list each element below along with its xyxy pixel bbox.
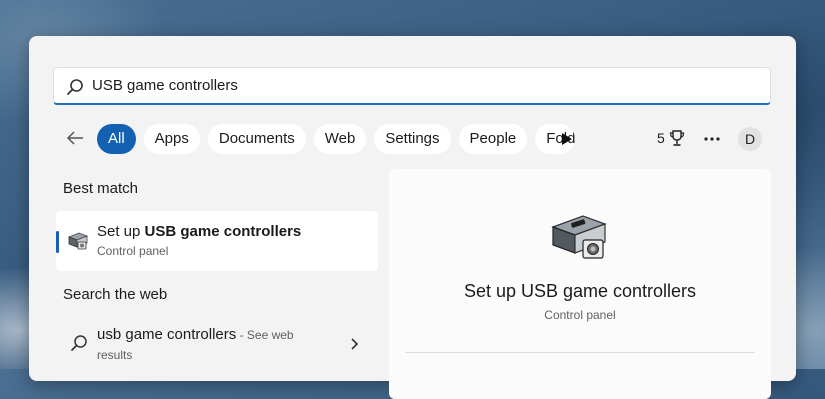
search-web-heading: Search the web bbox=[63, 286, 168, 303]
search-box[interactable] bbox=[53, 67, 771, 105]
search-icon bbox=[67, 79, 83, 95]
search-input[interactable] bbox=[92, 68, 752, 104]
avatar[interactable]: D bbox=[738, 127, 762, 151]
tab-settings[interactable]: Settings bbox=[374, 124, 451, 154]
chevron-right-icon[interactable] bbox=[349, 337, 359, 351]
tab-all[interactable]: All bbox=[97, 124, 136, 154]
game-controllers-icon bbox=[67, 232, 88, 250]
best-match-subtitle: Control panel bbox=[97, 244, 169, 258]
tab-documents[interactable]: Documents bbox=[207, 124, 306, 154]
preview-pane: Set up USB game controllers Control pane… bbox=[389, 169, 771, 399]
tab-apps[interactable]: Apps bbox=[143, 124, 200, 154]
search-icon bbox=[71, 335, 87, 351]
play-icon[interactable] bbox=[561, 132, 573, 146]
filter-tabs: All Apps Documents Web Settings People F… bbox=[97, 124, 576, 154]
web-suffix: - See web bbox=[236, 328, 294, 342]
tab-web[interactable]: Web bbox=[313, 124, 367, 154]
best-match-title-bold: USB game controllers bbox=[144, 223, 302, 240]
start-search-panel: All Apps Documents Web Settings People F… bbox=[29, 36, 796, 399]
divider bbox=[405, 352, 755, 353]
best-match-title: Set up USB game controllers bbox=[97, 223, 301, 240]
more-icon[interactable] bbox=[703, 136, 721, 142]
best-match-heading: Best match bbox=[63, 180, 139, 197]
preview-title: Set up USB game controllers bbox=[463, 281, 697, 301]
best-match-title-prefix: Set up bbox=[97, 223, 145, 240]
web-query: usb game controllers bbox=[97, 326, 237, 343]
best-match-result[interactable]: Set up USB game controllers Control pane… bbox=[56, 211, 378, 271]
web-result-title: usb game controllers - See web bbox=[97, 326, 294, 343]
preview-subtitle: Control panel bbox=[544, 308, 616, 322]
game-controllers-icon bbox=[551, 215, 607, 259]
back-arrow-icon[interactable] bbox=[65, 128, 85, 148]
rewards-count: 5 bbox=[657, 130, 665, 146]
trophy-icon[interactable] bbox=[669, 130, 685, 147]
web-suffix-line2: results bbox=[97, 348, 133, 362]
tab-people[interactable]: People bbox=[458, 124, 528, 154]
selection-indicator bbox=[56, 231, 59, 253]
